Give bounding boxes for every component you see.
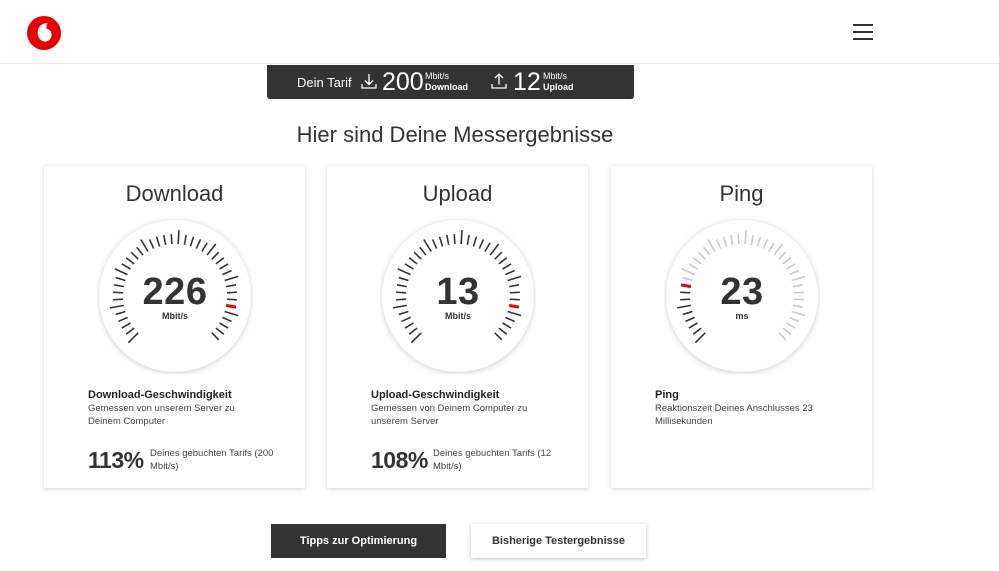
upload-percent: 108%: [371, 447, 428, 473]
ping-value: 23: [720, 271, 764, 313]
tariff-download-value: 200: [382, 68, 424, 96]
hamburger-menu-icon[interactable]: [853, 24, 873, 40]
history-button[interactable]: Bisherige Testergebnisse: [471, 524, 646, 558]
gauge-tick: [744, 230, 747, 245]
header: [0, 0, 999, 64]
card-title: Upload: [422, 181, 493, 206]
tips-button[interactable]: Tipps zur Optimierung: [271, 524, 446, 558]
upload-value: 13: [436, 271, 480, 313]
card-title: Ping: [719, 181, 764, 206]
upload-desc-title: Upload-Geschwindigkeit: [371, 389, 500, 401]
card-title: Download: [125, 181, 224, 206]
download-percent-note: Deines gebuchten Tarifs (200 Mbit/s): [150, 448, 274, 472]
page-title: Hier sind Deine Messergebnisse: [296, 122, 614, 147]
upload-icon: [491, 73, 507, 89]
tariff-upload-unit: Mbit/s Upload: [543, 71, 574, 92]
download-card: Download 226 Mbit/s Download-Geschwindig…: [44, 166, 305, 488]
gauge-tick: [453, 234, 456, 245]
tariff-upload-value: 12: [513, 68, 541, 96]
upload-percent-note: Deines gebuchten Tarifs (12 Mbit/s): [433, 448, 552, 472]
upload-card: Upload 13 Mbit/s Upload-Geschwindigkeit …: [327, 166, 588, 488]
tariff-label: Dein Tarif: [297, 75, 352, 90]
ping-unit: ms: [735, 311, 749, 321]
gauge-tick: [737, 234, 740, 245]
gauge-tick: [170, 234, 173, 245]
download-percent: 113%: [88, 447, 144, 473]
tariff-download-unit: Mbit/s Download: [425, 71, 468, 92]
gauge-tick: [460, 230, 463, 245]
download-desc-text: Gemessen von unserem Server zu Deinem Co…: [88, 403, 235, 427]
download-unit: Mbit/s: [162, 311, 188, 321]
upload-unit: Mbit/s: [445, 311, 471, 321]
gauge-tick: [177, 230, 180, 245]
ping-card: Ping 23 ms Ping Reaktionszeit Deines Ans…: [611, 166, 872, 488]
vodafone-logo-icon[interactable]: [27, 16, 61, 50]
tariff-bar: Dein Tarif 200 Mbit/s Download 12 Mbit/s U…: [267, 65, 634, 99]
download-icon: [361, 74, 377, 89]
upload-desc-text: Gemessen von Deinem Computer zu unserem …: [371, 403, 528, 427]
download-desc-title: Download-Geschwindigkeit: [88, 389, 232, 401]
ping-desc-text: Reaktionszeit Deines Anschlusses 23 Mill…: [655, 403, 813, 427]
download-value: 226: [142, 271, 208, 313]
ping-desc-title: Ping: [655, 389, 679, 401]
